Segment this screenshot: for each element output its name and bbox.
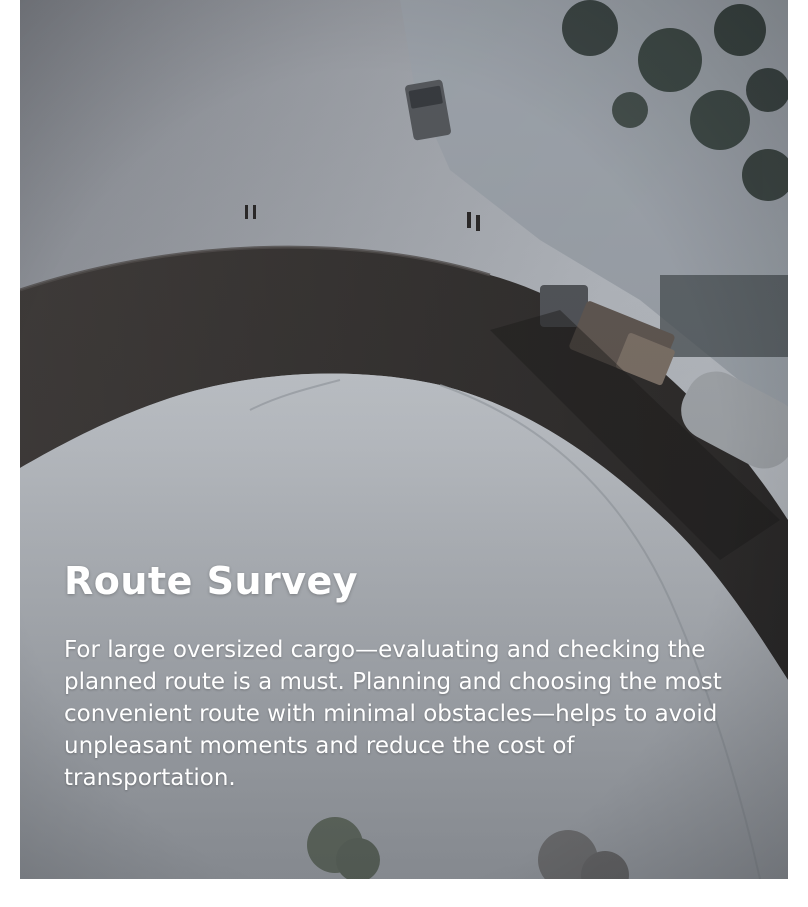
card-description: For large oversized cargo—evaluating and… <box>64 637 722 791</box>
card-title: Route Survey <box>64 559 359 603</box>
route-survey-card: Route Survey For large oversized cargo—e… <box>20 0 788 879</box>
card-content: Route Survey For large oversized cargo—e… <box>64 552 754 794</box>
